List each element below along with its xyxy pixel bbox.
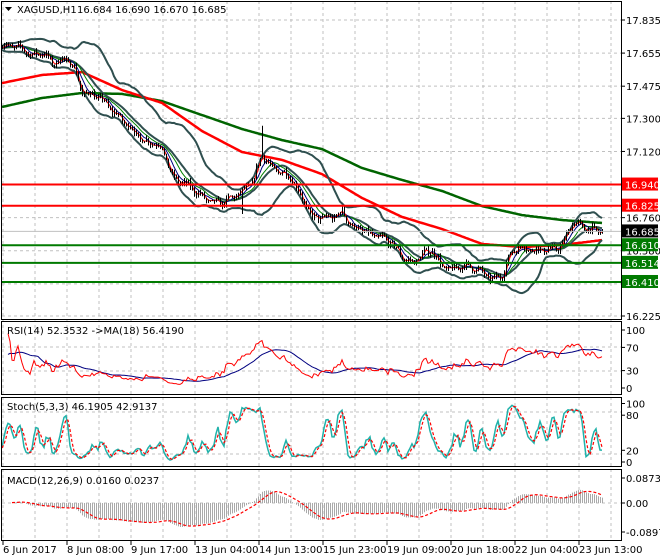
stoch-tick-label: 0 [626, 458, 632, 469]
macd-tick-label: 0.0873 [626, 474, 660, 485]
bollinger-upper [1, 37, 603, 262]
price-tick-label: 16.760 [626, 214, 660, 225]
ohlc-values: 16.684 16.690 16.670 16.685 [77, 5, 227, 16]
time-tick-label: 13 Jun 04:00 [195, 545, 259, 556]
dropdown-triangle-icon[interactable] [5, 7, 12, 11]
symbol-label: XAGUSD,H1 [17, 5, 77, 16]
trading-chart[interactable]: 17.835 17.655 17.475 17.300 17.120 16.760 16.5… [0, 0, 660, 560]
stoch-tick-label: 100 [626, 400, 645, 411]
macd-tick-label: -0.0897 [626, 528, 660, 539]
rsi-tick-label: 0 [626, 384, 632, 395]
time-tick-label: 9 Jun 17:00 [131, 545, 188, 556]
level-price-label: 16.610 [625, 241, 660, 252]
stoch-main-line [1, 404, 603, 461]
rsi-pane[interactable] [7, 333, 603, 385]
level-price-label: 16.940 [625, 181, 660, 192]
stoch-title: Stoch(5,3,3) 46.1905 42.9137 [7, 402, 158, 413]
time-tick-label: 22 Jun 04:00 [515, 545, 579, 556]
time-tick-label: 15 Jun 23:00 [323, 545, 387, 556]
time-tick-label: 8 Jun 08:00 [67, 545, 124, 556]
ma-red-slow-line [1, 70, 603, 249]
bollinger-middle [1, 45, 603, 277]
time-tick-label: 20 Jun 18:00 [451, 545, 515, 556]
level-price-label: 16.514 [625, 259, 660, 270]
stoch-pane[interactable] [1, 404, 603, 461]
rsi-tick-label: 30 [626, 367, 639, 378]
price-tick-label: 17.300 [626, 114, 660, 125]
pane-border [1, 1, 622, 320]
level-price-label: 16.410 [625, 278, 660, 289]
axes: 17.835 17.655 17.475 17.300 17.120 16.760 16.5… [1, 1, 660, 556]
rsi-ma-line [7, 348, 603, 382]
macd-pane[interactable] [11, 489, 603, 528]
time-tick-label: 14 Jun 13:00 [259, 545, 323, 556]
time-tick-label: 23 Jun 13:00 [579, 545, 643, 556]
stoch-tick-label: 20 [626, 446, 639, 457]
price-tick-label: 16.225 [626, 312, 660, 323]
price-tick-label: 17.475 [626, 82, 660, 93]
bid-price-label: 16.685 [625, 227, 660, 238]
rsi-title: RSI(14) 52.3532 ->MA(18) 56.4190 [7, 326, 184, 337]
rsi-line [7, 333, 603, 385]
price-tick-label: 17.120 [626, 147, 660, 158]
macd-tick-label: 0.00 [626, 499, 648, 510]
price-tick-label: 17.655 [626, 49, 660, 60]
grid [2, 1, 621, 540]
rsi-tick-label: 100 [626, 326, 645, 337]
stoch-tick-label: 80 [626, 411, 639, 422]
chart-header: XAGUSD,H1 16.684 16.690 16.670 16.685 [5, 5, 227, 16]
level-price-label: 16.825 [625, 202, 660, 213]
price-tick-label: 17.835 [626, 16, 660, 27]
time-tick-label: 19 Jun 09:00 [387, 545, 451, 556]
macd-title: MACD(12,26,9) 0.0160 0.0237 [7, 476, 159, 487]
rsi-tick-label: 70 [626, 343, 639, 354]
time-tick-label: 6 Jun 2017 [3, 545, 57, 556]
stoch-signal-line [1, 405, 603, 461]
price-pane[interactable] [1, 37, 621, 295]
